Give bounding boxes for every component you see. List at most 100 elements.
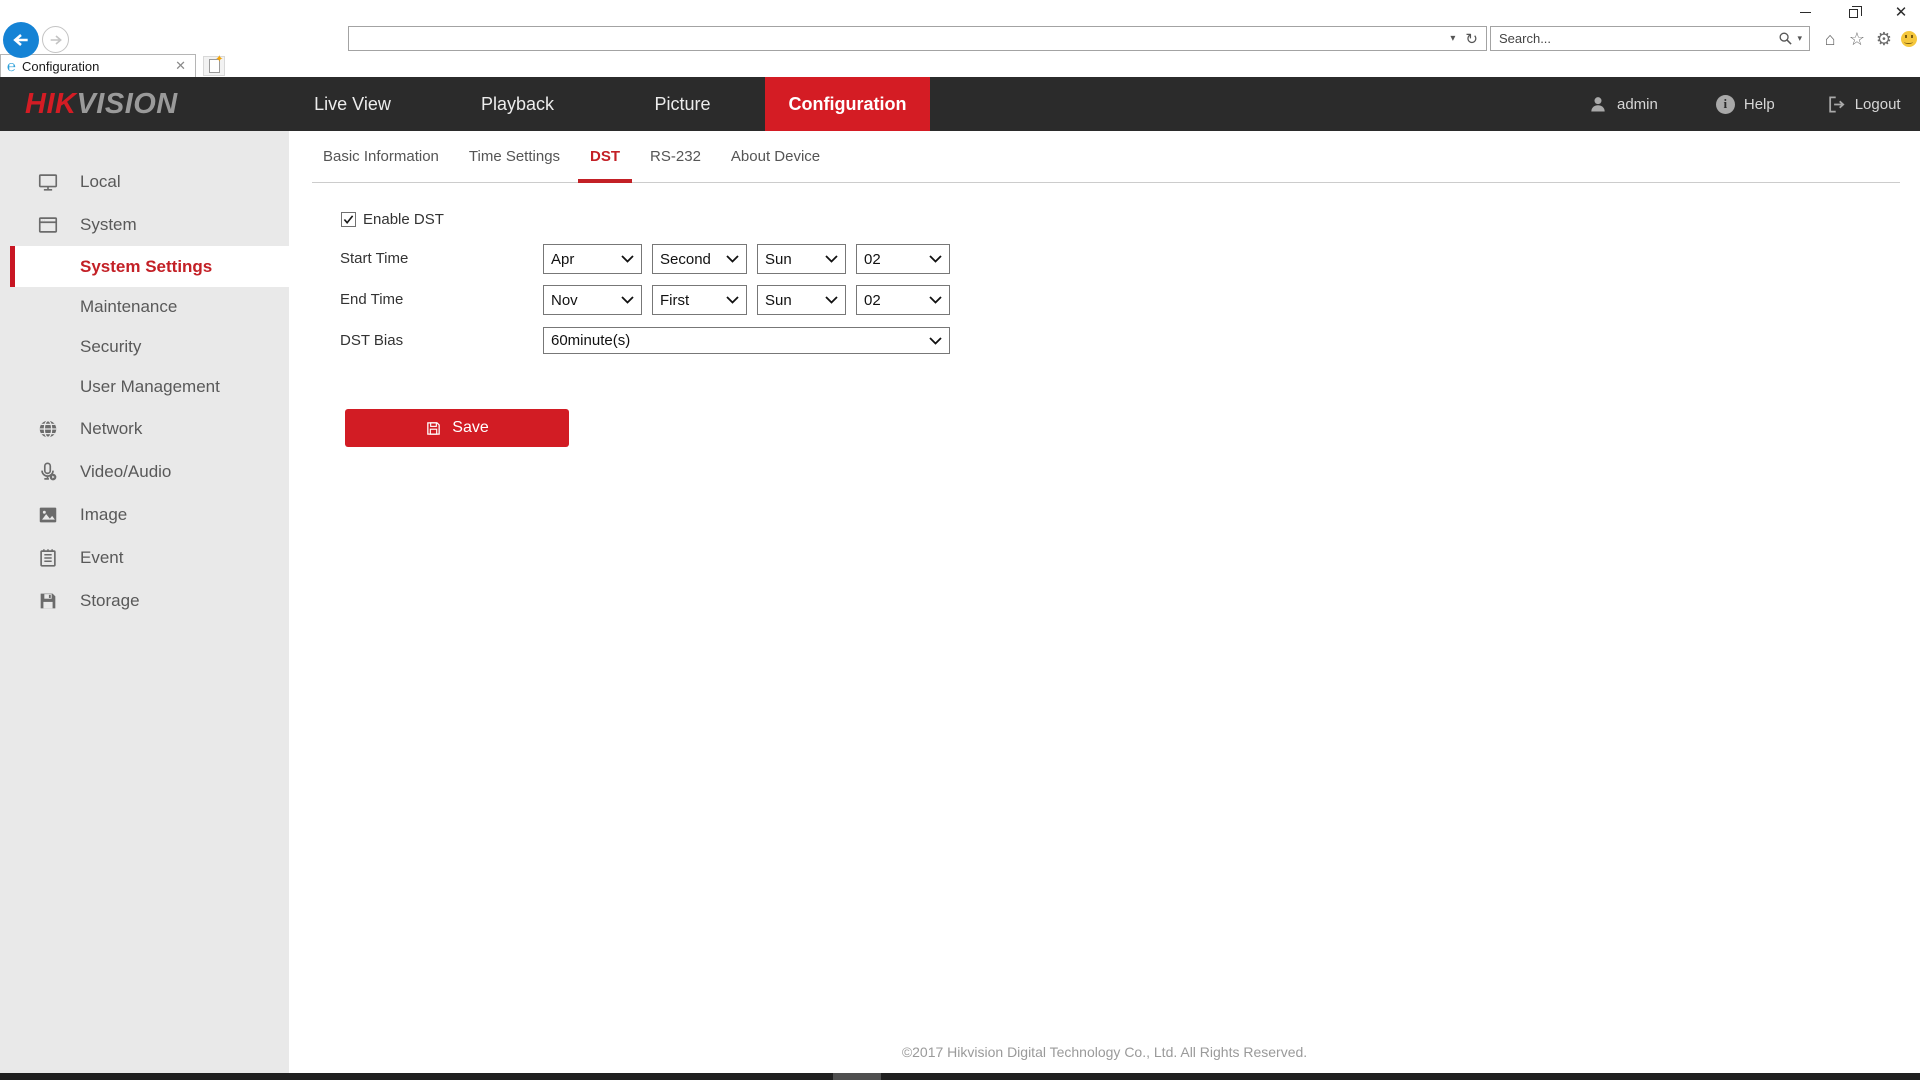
home-icon[interactable]: ⌂	[1820, 29, 1840, 49]
help-info-icon: i	[1716, 95, 1735, 114]
search-box[interactable]: ▾	[1490, 26, 1810, 51]
restore-icon	[1849, 9, 1858, 18]
forward-arrow-icon	[48, 32, 64, 48]
tab-basic-information[interactable]: Basic Information	[323, 131, 439, 183]
enable-dst-label: Enable DST	[363, 211, 444, 228]
window-minimize-button[interactable]	[1794, 2, 1816, 22]
globe-icon	[37, 418, 59, 440]
address-bar[interactable]: ▾ ↻	[348, 26, 1487, 51]
chevron-down-icon	[621, 255, 634, 263]
user-name-label[interactable]: admin	[1617, 96, 1658, 113]
forward-button[interactable]	[42, 26, 69, 53]
close-icon: ✕	[1895, 5, 1908, 20]
window-restore-button[interactable]	[1842, 2, 1864, 22]
bottom-bar	[0, 1073, 1920, 1080]
site-header: HIKVISION Live View Playback Picture Con…	[0, 77, 1920, 131]
sidebar-item-system-settings[interactable]: System Settings	[10, 246, 289, 287]
search-icon[interactable]	[1778, 31, 1793, 46]
settings-gear-icon[interactable]: ⚙	[1874, 29, 1894, 49]
browser-tab[interactable]: ℮ Configuration ✕	[0, 54, 196, 77]
tab-time-settings[interactable]: Time Settings	[469, 131, 560, 183]
back-arrow-icon	[11, 30, 31, 50]
chevron-down-icon	[621, 296, 634, 304]
nav-live-view[interactable]: Live View	[270, 77, 435, 131]
logout-icon	[1827, 95, 1846, 114]
tab-close-button[interactable]: ✕	[172, 58, 189, 74]
favorites-star-icon[interactable]: ☆	[1847, 29, 1867, 49]
chevron-down-icon	[726, 255, 739, 263]
address-input[interactable]	[349, 31, 1450, 46]
nav-playback[interactable]: Playback	[435, 77, 600, 131]
nav-picture[interactable]: Picture	[600, 77, 765, 131]
main-nav: Live View Playback Picture Configuration	[270, 77, 930, 131]
address-dropdown-icon[interactable]: ▾	[1450, 33, 1455, 44]
end-month-select[interactable]: Nov	[543, 285, 642, 315]
user-person-icon	[1588, 94, 1608, 114]
main-content: Basic Information Time Settings DST RS-2…	[289, 131, 1920, 1073]
tab-title: Configuration	[22, 59, 172, 74]
sidebar-item-event[interactable]: Event	[0, 536, 289, 579]
tab-rs232[interactable]: RS-232	[650, 131, 701, 183]
back-button[interactable]	[3, 22, 39, 58]
sidebar-item-video-audio[interactable]: Video/Audio	[0, 450, 289, 493]
chevron-down-icon	[726, 296, 739, 304]
sidebar-item-network[interactable]: Network	[0, 407, 289, 450]
copyright-footer: ©2017 Hikvision Digital Technology Co., …	[289, 1044, 1920, 1060]
logo-hik: HIK	[25, 88, 76, 121]
end-week-select[interactable]: First	[652, 285, 747, 315]
nav-configuration[interactable]: Configuration	[765, 77, 930, 131]
monitor-icon	[37, 171, 59, 193]
chevron-down-icon	[825, 255, 838, 263]
new-tab-button[interactable]: ✦	[203, 56, 225, 76]
browser-nav-row: ▾ ↻ ▾ ⌂ ☆ ⚙	[0, 22, 1920, 54]
system-window-icon	[37, 214, 59, 236]
help-button[interactable]: Help	[1744, 96, 1775, 113]
user-area: admin i Help Logout	[1588, 77, 1901, 131]
end-hour-select[interactable]: 02	[856, 285, 950, 315]
search-input[interactable]	[1491, 31, 1778, 46]
microphone-icon	[37, 461, 59, 483]
logo-vision: VISION	[76, 88, 177, 121]
save-floppy-icon	[425, 420, 442, 437]
browser-titlebar: ✕	[0, 0, 1920, 22]
tab-about-device[interactable]: About Device	[731, 131, 820, 183]
logout-button[interactable]: Logout	[1855, 96, 1901, 113]
config-tabs: Basic Information Time Settings DST RS-2…	[312, 131, 1900, 183]
checkmark-icon	[343, 214, 354, 225]
start-week-select[interactable]: Second	[652, 244, 747, 274]
minimize-icon	[1800, 12, 1811, 13]
enable-dst-row: Enable DST	[341, 211, 444, 228]
feedback-smiley-icon[interactable]	[1901, 31, 1917, 47]
floppy-icon	[37, 590, 59, 612]
start-day-select[interactable]: Sun	[757, 244, 846, 274]
sidebar-item-maintenance[interactable]: Maintenance	[0, 287, 289, 327]
end-day-select[interactable]: Sun	[757, 285, 846, 315]
start-hour-select[interactable]: 02	[856, 244, 950, 274]
dst-bias-row: DST Bias 60minute(s)	[340, 327, 950, 354]
sidebar-item-image[interactable]: Image	[0, 493, 289, 536]
chevron-down-icon	[825, 296, 838, 304]
start-time-row: Start Time Apr Second Sun 02	[340, 244, 950, 274]
dst-bias-label: DST Bias	[340, 327, 543, 354]
sidebar-item-system[interactable]: System	[0, 203, 289, 246]
dst-bias-select[interactable]: 60minute(s)	[543, 327, 950, 354]
search-dropdown-icon[interactable]: ▾	[1797, 33, 1802, 44]
end-time-row: End Time Nov First Sun 02	[340, 285, 950, 315]
enable-dst-checkbox[interactable]	[341, 212, 356, 227]
sidebar-item-storage[interactable]: Storage	[0, 579, 289, 622]
start-month-select[interactable]: Apr	[543, 244, 642, 274]
sidebar-item-local[interactable]: Local	[0, 160, 289, 203]
ie-logo-icon: ℮	[7, 58, 16, 75]
chevron-down-icon	[929, 296, 942, 304]
sidebar-item-user-management[interactable]: User Management	[0, 367, 289, 407]
chevron-down-icon	[929, 337, 942, 345]
window-close-button[interactable]: ✕	[1890, 2, 1912, 22]
chevron-down-icon	[929, 255, 942, 263]
end-time-label: End Time	[340, 285, 543, 315]
tab-dst[interactable]: DST	[590, 131, 620, 183]
new-tab-icon: ✦	[209, 59, 220, 73]
refresh-icon[interactable]: ↻	[1465, 30, 1478, 48]
sidebar-item-security[interactable]: Security	[0, 327, 289, 367]
browser-tab-row: ℮ Configuration ✕ ✦	[0, 54, 1920, 77]
save-button[interactable]: Save	[345, 409, 569, 447]
